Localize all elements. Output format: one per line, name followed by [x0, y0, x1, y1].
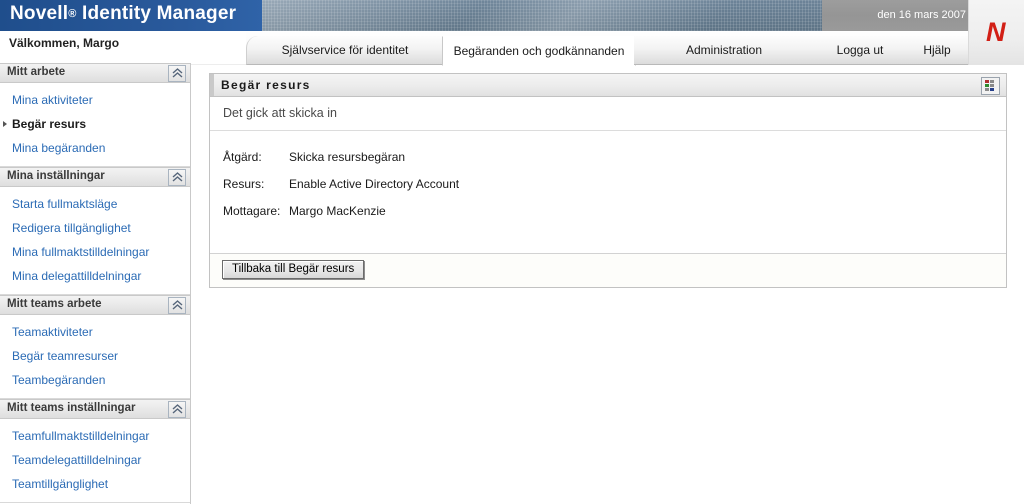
- color-grid-cells: [985, 80, 999, 91]
- tab-logout[interactable]: Logga ut: [814, 36, 906, 65]
- sidebar-section-my-team-settings: Mitt teams inställningar Teamfullmaktsti…: [0, 399, 190, 503]
- sidebar-item-team-availability[interactable]: Teamtillgänglighet: [0, 472, 190, 496]
- top-banner: den 16 mars 2007 Novell® Identity Manage…: [0, 0, 1024, 31]
- request-details: Åtgärd: Skicka resursbegäran Resurs: Enabl…: [210, 131, 1006, 253]
- current-date: den 16 mars 2007: [877, 9, 966, 21]
- detail-label-resource: Resurs:: [223, 177, 265, 191]
- panel-header: Begär resurs: [210, 74, 1006, 97]
- sidebar-item-my-proxy-assignments[interactable]: Mina fullmaktstilldelningar: [0, 240, 190, 264]
- detail-value-recipient: Margo MacKenzie: [289, 204, 386, 218]
- sidebar-section-title: Mitt teams inställningar: [7, 402, 136, 414]
- selected-marker-icon: [3, 121, 7, 127]
- panel-header-accent: [210, 74, 214, 96]
- sidebar-item-team-delegate-assignments[interactable]: Teamdelegattilldelningar: [0, 448, 190, 472]
- sidebar-section-title: Mina inställningar: [7, 170, 105, 182]
- detail-row: Resurs: Enable Active Directory Account: [210, 171, 1006, 198]
- product-title: Novell® Identity Manager: [10, 3, 236, 25]
- color-grid-icon[interactable]: [981, 77, 1000, 95]
- sidebar-section-header: Mitt teams arbete: [0, 295, 190, 315]
- sidebar-section-header: Mitt teams inställningar: [0, 399, 190, 419]
- sidebar-item-my-delegate-assignments[interactable]: Mina delegattilldelningar: [0, 264, 190, 288]
- chevron-double-up-icon[interactable]: [168, 169, 186, 186]
- detail-label-action: Åtgärd:: [223, 150, 262, 164]
- registered-mark-icon: ®: [68, 8, 77, 20]
- sidebar-section-items: Teamaktiviteter Begär teamresurser Teamb…: [0, 315, 190, 398]
- status-message: Det gick att skicka in: [210, 97, 1006, 131]
- sidebar-item-team-tasks[interactable]: Teamaktiviteter: [0, 320, 190, 344]
- chevron-double-up-icon[interactable]: [168, 65, 186, 82]
- logo-plate: N: [968, 0, 1024, 65]
- page-title: Begär resurs: [221, 78, 311, 92]
- sidebar-item-enter-proxy-mode[interactable]: Starta fullmaktsläge: [0, 192, 190, 216]
- chevron-double-up-icon[interactable]: [168, 401, 186, 418]
- detail-value-action: Skicka resursbegäran: [289, 150, 406, 164]
- brand-box: Novell® Identity Manager: [0, 0, 262, 31]
- tab-administration[interactable]: Administration: [634, 36, 814, 65]
- sidebar-section-title: Mitt teams arbete: [7, 298, 102, 310]
- sidebar-section-my-work: Mitt arbete Mina aktiviteter Begär resur…: [0, 63, 190, 167]
- request-resource-panel: Begär resurs Det gick att skicka in Åtgä…: [209, 73, 1007, 288]
- sidebar-item-my-tasks[interactable]: Mina aktiviteter: [0, 88, 190, 112]
- sidebar-item-my-requests[interactable]: Mina begäranden: [0, 136, 190, 160]
- sidebar-item-request-team-resources[interactable]: Begär teamresurser: [0, 344, 190, 368]
- detail-row: Åtgärd: Skicka resursbegäran: [210, 144, 1006, 171]
- sidebar-item-label: Begär resurs: [12, 117, 87, 131]
- main-navigation-tabs: Självservice för identitet Begäranden oc…: [0, 36, 1024, 66]
- sidebar-section-header: Mitt arbete: [0, 63, 190, 83]
- application-window: den 16 mars 2007 Novell® Identity Manage…: [0, 0, 1024, 504]
- sidebar-section-items: Teamfullmaktstilldelningar Teamdelegatti…: [0, 419, 190, 502]
- detail-row: Mottagare: Margo MacKenzie: [210, 198, 1006, 225]
- novell-n-logo-icon: N: [986, 17, 1005, 47]
- tab-identity-self-service[interactable]: Självservice för identitet: [246, 36, 443, 65]
- chevron-double-up-icon[interactable]: [168, 297, 186, 314]
- back-to-request-resource-button[interactable]: Tillbaka till Begär resurs: [222, 260, 365, 279]
- sidebar-section-items: Mina aktiviteter Begär resurs Mina begär…: [0, 83, 190, 166]
- sidebar-item-edit-availability[interactable]: Redigera tillgänglighet: [0, 216, 190, 240]
- sidebar-item-team-requests[interactable]: Teambegäranden: [0, 368, 190, 392]
- banner-texture: [262, 0, 822, 31]
- sidebar-section-my-team-work: Mitt teams arbete Teamaktiviteter Begär …: [0, 295, 190, 399]
- product-suffix: Identity Manager: [82, 3, 237, 24]
- tab-requests-and-approvals[interactable]: Begäranden och godkännanden: [442, 36, 636, 66]
- tab-help[interactable]: Hjälp: [906, 36, 968, 65]
- detail-value-resource: Enable Active Directory Account: [289, 177, 460, 191]
- main-content: Begär resurs Det gick att skicka in Åtgä…: [209, 73, 1007, 288]
- sidebar-section-items: Starta fullmaktsläge Redigera tillgängli…: [0, 187, 190, 294]
- sidebar-item-team-proxy-assignments[interactable]: Teamfullmaktstilldelningar: [0, 424, 190, 448]
- sidebar-section-title: Mitt arbete: [7, 66, 66, 78]
- sidebar-item-request-resource[interactable]: Begär resurs: [0, 112, 190, 136]
- sidebar-section-my-settings: Mina inställningar Starta fullmaktsläge …: [0, 167, 190, 295]
- product-name: Novell: [10, 3, 69, 24]
- sidebar: Mitt arbete Mina aktiviteter Begär resur…: [0, 63, 191, 504]
- panel-footer: Tillbaka till Begär resurs: [210, 253, 1006, 287]
- sidebar-section-header: Mina inställningar: [0, 167, 190, 187]
- detail-label-recipient: Mottagare:: [223, 204, 281, 218]
